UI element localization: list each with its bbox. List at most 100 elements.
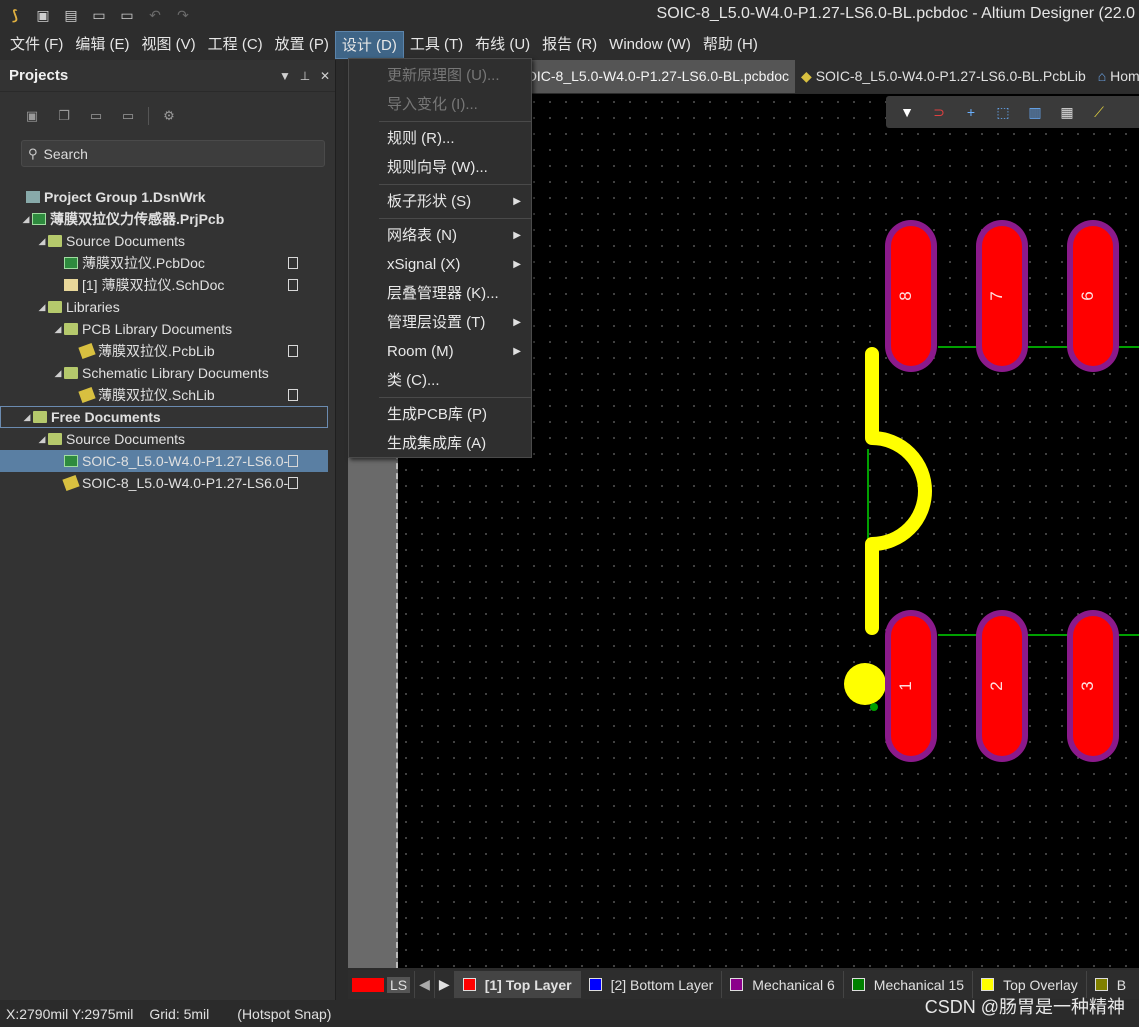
- layer-tab-bottom-layer[interactable]: [2] Bottom Layer: [581, 971, 723, 998]
- menu-board-shape[interactable]: 板子形状 (S) ▶: [349, 187, 531, 216]
- pin-icon[interactable]: ⊥: [295, 69, 315, 83]
- menu-place[interactable]: 放置 (P): [269, 31, 335, 59]
- component-icon[interactable]: ▦: [1056, 101, 1078, 123]
- align-icon[interactable]: ▥: [1024, 101, 1046, 123]
- collapse-icon[interactable]: ◢: [52, 368, 64, 379]
- select-rect-icon[interactable]: ⬚: [992, 101, 1014, 123]
- open-project-icon[interactable]: ▭: [116, 4, 138, 26]
- menu-room[interactable]: Room (M) ▶: [349, 337, 531, 366]
- route-icon[interactable]: ⟋: [1088, 101, 1110, 123]
- document-tabs: OIC-8_L5.0-W4.0-P1.27-LS6.0-BL.pcbdoc ◆ …: [520, 60, 1139, 93]
- menu-view[interactable]: 视图 (V): [136, 31, 202, 59]
- pad-2[interactable]: 2: [976, 610, 1028, 762]
- layer-tab-mechanical-6[interactable]: Mechanical 6: [722, 971, 844, 998]
- menu-window[interactable]: Window (W): [603, 31, 697, 59]
- menu-project[interactable]: 工程 (C): [202, 31, 269, 59]
- menu-item-label: 网络表 (N): [387, 227, 457, 244]
- menu-help[interactable]: 帮助 (H): [697, 31, 764, 59]
- collapse-icon[interactable]: ◢: [36, 434, 48, 445]
- cross-icon[interactable]: +: [960, 101, 982, 123]
- menu-import-changes[interactable]: 导入变化 (I)...: [349, 90, 531, 119]
- pad-8[interactable]: 8: [885, 220, 937, 372]
- document-status-icon: [288, 455, 298, 467]
- pad-3[interactable]: 3: [1067, 610, 1119, 762]
- title-bar: ⟆ ▣ ▤ ▭ ▭ ↶ ↷ SOIC-8_L5.0-W4.0-P1.27-LS6…: [0, 0, 1139, 30]
- panel-menu-icon[interactable]: ▼: [275, 69, 295, 83]
- scroll-left-button[interactable]: ◀: [415, 971, 435, 998]
- copy-icon[interactable]: ❐: [52, 105, 76, 127]
- filter-icon[interactable]: ▼: [896, 101, 918, 123]
- menu-netlist[interactable]: 网络表 (N) ▶: [349, 221, 531, 250]
- tab-home[interactable]: ⌂ Home: [1092, 60, 1139, 93]
- document-status-icon: [288, 345, 298, 357]
- save-icon[interactable]: ▣: [32, 4, 54, 26]
- redo-icon[interactable]: ↷: [172, 4, 194, 26]
- active-bar-toolbar: ▼ ⊃ + ⬚ ▥ ▦ ⟋: [886, 96, 1139, 128]
- tree-item-label: PCB Library Documents: [82, 321, 233, 337]
- tree-item-free-documents[interactable]: ◢ Free Documents: [0, 406, 328, 428]
- save-project-icon[interactable]: ▣: [20, 105, 44, 127]
- tree-item-libraries[interactable]: ◢ Libraries: [0, 296, 336, 318]
- menu-file[interactable]: 文件 (F): [4, 31, 69, 59]
- tree-item-pcb-library-documents[interactable]: ◢ PCB Library Documents: [0, 318, 336, 340]
- menu-reports[interactable]: 报告 (R): [536, 31, 603, 59]
- pad-label: 2: [987, 681, 1006, 690]
- gear-icon[interactable]: ⚙: [157, 105, 181, 127]
- menu-make-integrated-library[interactable]: 生成集成库 (A): [349, 429, 531, 458]
- save-all-icon[interactable]: ▤: [60, 4, 82, 26]
- pad-label: 8: [896, 291, 915, 300]
- menu-make-pcb-library[interactable]: 生成PCB库 (P): [349, 400, 531, 429]
- pad-1[interactable]: 1: [885, 610, 937, 762]
- tree-item-free-pcblib[interactable]: SOIC-8_L5.0-W4.0-P1.27-LS6.0-: [0, 472, 336, 494]
- collapse-icon[interactable]: ◢: [36, 302, 48, 313]
- folder-settings-icon[interactable]: ▭: [116, 105, 140, 127]
- menu-classes[interactable]: 类 (C)...: [349, 366, 531, 395]
- tree-item-project[interactable]: ◢ 薄膜双拉仪力传感器.PrjPcb: [0, 208, 336, 230]
- tree-item-schdoc[interactable]: [1] 薄膜双拉仪.SchDoc: [0, 274, 336, 296]
- pad-label: 1: [896, 681, 915, 690]
- tree-item-group[interactable]: Project Group 1.DsnWrk: [0, 186, 336, 208]
- pcb-library-icon: [78, 342, 96, 360]
- collapse-icon[interactable]: ◢: [21, 412, 33, 423]
- menu-layer-sets[interactable]: 管理层设置 (T) ▶: [349, 308, 531, 337]
- collapse-icon[interactable]: ◢: [52, 324, 64, 335]
- tab-pcblib[interactable]: ◆ SOIC-8_L5.0-W4.0-P1.27-LS6.0-BL.PcbLib: [795, 60, 1092, 93]
- menu-rules[interactable]: 规则 (R)...: [349, 124, 531, 153]
- menu-design[interactable]: 设计 (D): [334, 31, 404, 59]
- pcb-library-icon: ◆: [801, 68, 812, 84]
- menu-rules-wizard[interactable]: 规则向导 (W)...: [349, 153, 531, 182]
- folder-icon: [33, 411, 47, 423]
- scroll-right-button[interactable]: ▶: [435, 971, 455, 998]
- menu-bar: 文件 (F) 编辑 (E) 视图 (V) 工程 (C) 放置 (P) 设计 (D…: [0, 30, 1139, 60]
- collapse-icon[interactable]: ◢: [36, 236, 48, 247]
- menu-edit[interactable]: 编辑 (E): [69, 31, 135, 59]
- tree-item-free-pcbdoc[interactable]: SOIC-8_L5.0-W4.0-P1.27-LS6.0-: [0, 450, 328, 472]
- layer-color-swatch: [730, 978, 744, 991]
- collapse-icon[interactable]: ◢: [20, 214, 32, 225]
- pad-7[interactable]: 7: [976, 220, 1028, 372]
- menu-tools[interactable]: 工具 (T): [404, 31, 469, 59]
- undo-icon[interactable]: ↶: [144, 4, 166, 26]
- snap-icon[interactable]: ⊃: [928, 101, 950, 123]
- menu-route[interactable]: 布线 (U): [469, 31, 536, 59]
- tree-item-pcbdoc[interactable]: 薄膜双拉仪.PcbDoc: [0, 252, 336, 274]
- search-input[interactable]: [43, 145, 294, 162]
- tree-item-pcblib[interactable]: 薄膜双拉仪.PcbLib: [0, 340, 336, 362]
- tab-pcbdoc[interactable]: OIC-8_L5.0-W4.0-P1.27-LS6.0-BL.pcbdoc: [520, 60, 796, 93]
- search-box[interactable]: ⚲: [21, 140, 325, 167]
- folder-icon[interactable]: ▭: [84, 105, 108, 127]
- tree-item-source-documents[interactable]: ◢ Source Documents: [0, 230, 336, 252]
- tree-item-schematic-library-documents[interactable]: ◢ Schematic Library Documents: [0, 362, 336, 384]
- menu-update-schematic[interactable]: 更新原理图 (U)...: [349, 61, 531, 90]
- pad-6[interactable]: 6: [1067, 220, 1119, 372]
- menu-layer-stack-manager[interactable]: 层叠管理器 (K)...: [349, 279, 531, 308]
- layer-label: Mechanical 6: [752, 976, 835, 993]
- tree-item-schlib[interactable]: 薄膜双拉仪.SchLib: [0, 384, 336, 406]
- open-folder-icon[interactable]: ▭: [88, 4, 110, 26]
- menu-xsignal[interactable]: xSignal (X) ▶: [349, 250, 531, 279]
- close-icon[interactable]: ✕: [315, 69, 335, 83]
- layer-set-button[interactable]: LS: [348, 971, 416, 998]
- layer-tab-top-layer[interactable]: [1] Top Layer: [454, 971, 581, 998]
- tree-item-free-source-documents[interactable]: ◢ Source Documents: [0, 428, 336, 450]
- silkscreen-outline: [865, 347, 932, 635]
